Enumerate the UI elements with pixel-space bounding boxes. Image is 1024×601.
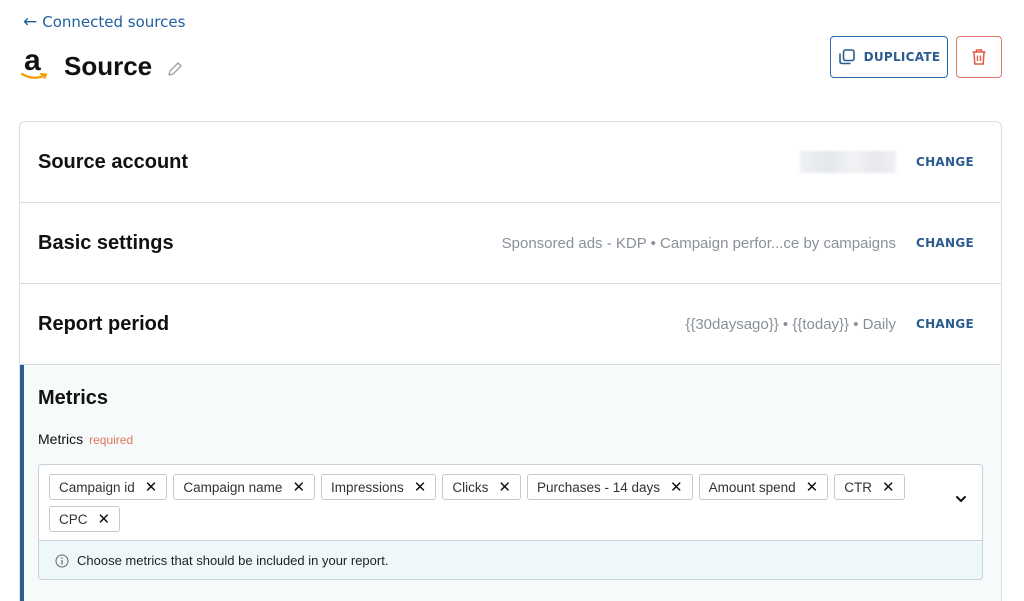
back-link-label: Connected sources <box>42 13 186 31</box>
pencil-icon[interactable] <box>166 60 184 78</box>
metric-chip: Amount spend ✕ <box>698 474 829 500</box>
section-label: Basic settings <box>38 231 174 254</box>
delete-button[interactable] <box>956 36 1002 78</box>
amazon-smile-icon <box>20 72 48 79</box>
metric-chip: Clicks ✕ <box>442 474 521 500</box>
duplicate-button[interactable]: DUPLICATE <box>830 36 948 78</box>
section-label: Metrics <box>38 387 109 409</box>
redacted-account-name <box>800 151 896 173</box>
page-title: Source <box>64 50 153 81</box>
section-metrics: Metrics Metrics required Campaign id ✕ Cam… <box>20 365 1001 601</box>
remove-chip-icon[interactable]: ✕ <box>292 480 305 495</box>
selected-metrics: Campaign id ✕ Campaign name ✕ Impressions ✕… <box>49 474 909 532</box>
metric-chip: Campaign id ✕ <box>49 474 168 500</box>
source-settings-card: Source account CHANGE Basic settings Spo… <box>19 121 1002 601</box>
remove-chip-icon[interactable]: ✕ <box>806 480 819 495</box>
section-label: Source account <box>38 150 189 173</box>
remove-chip-icon[interactable]: ✕ <box>98 512 111 527</box>
remove-chip-icon[interactable]: ✕ <box>882 480 895 495</box>
remove-chip-icon[interactable]: ✕ <box>498 480 511 495</box>
amazon-logo: a <box>20 44 50 84</box>
duplicate-label: DUPLICATE <box>863 50 941 64</box>
arrow-left-icon: ← <box>23 11 38 32</box>
metric-chip: Purchases - 14 days ✕ <box>526 474 693 500</box>
required-indicator: required <box>89 433 134 447</box>
change-report-period-button[interactable]: CHANGE <box>916 317 974 331</box>
section-summary: {{30daysago}} • {{today}} • Daily <box>685 315 896 333</box>
change-source-account-button[interactable]: CHANGE <box>916 155 974 169</box>
metrics-hint: Choose metrics that should be included i… <box>39 540 982 579</box>
metric-chip: CPC ✕ <box>49 506 121 532</box>
metrics-multiselect[interactable]: Campaign id ✕ Campaign name ✕ Impressions ✕… <box>38 464 983 580</box>
remove-chip-icon[interactable]: ✕ <box>414 480 427 495</box>
section-source-account: Source account CHANGE <box>20 122 1001 203</box>
section-basic-settings: Basic settings Sponsored ads - KDP • Cam… <box>20 203 1001 284</box>
section-report-period: Report period {{30daysago}} • {{today}} … <box>20 284 1001 365</box>
remove-chip-icon[interactable]: ✕ <box>145 480 158 495</box>
info-icon <box>55 554 69 567</box>
metric-chip: CTR ✕ <box>834 474 905 500</box>
page-header: a Source <box>20 44 184 84</box>
hint-text: Choose metrics that should be included i… <box>77 553 389 568</box>
metric-chip: Impressions ✕ <box>321 474 437 500</box>
change-basic-settings-button[interactable]: CHANGE <box>916 236 974 250</box>
section-label: Report period <box>38 312 170 335</box>
remove-chip-icon[interactable]: ✕ <box>670 480 683 495</box>
copy-icon <box>838 49 855 65</box>
metric-chip: Campaign name ✕ <box>173 474 316 500</box>
trash-icon <box>972 49 986 65</box>
chevron-down-icon[interactable] <box>954 492 968 506</box>
metrics-field-label: Metrics required <box>38 431 134 447</box>
section-summary: Sponsored ads - KDP • Campaign perfor...… <box>501 234 896 252</box>
back-link-connected-sources[interactable]: ← Connected sources <box>23 13 185 31</box>
